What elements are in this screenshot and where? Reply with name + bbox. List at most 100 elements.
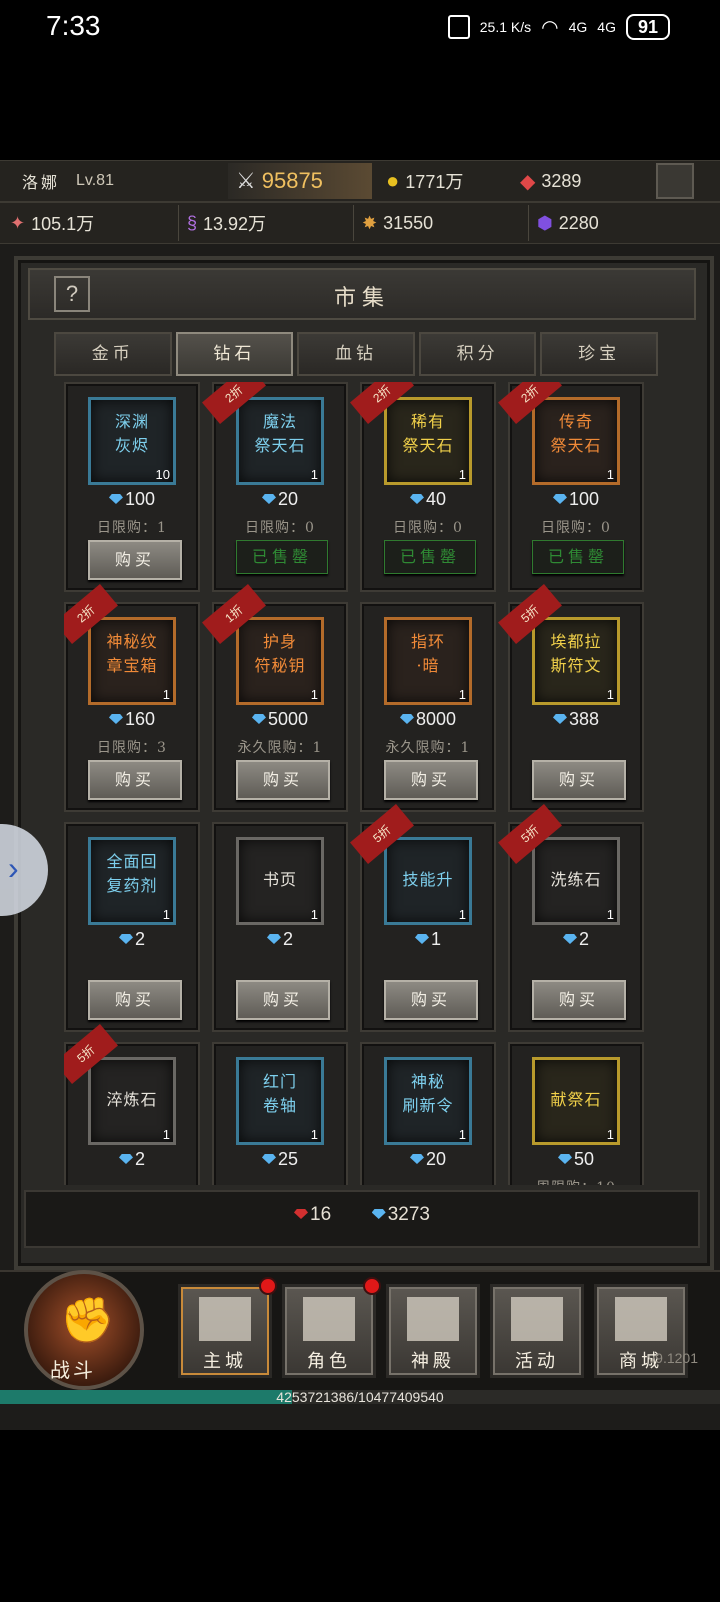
diamond-icon xyxy=(118,934,133,944)
item-icon[interactable]: 护身 符秘钥 1 xyxy=(236,617,324,705)
status-icons: 25.1 K/s ◠ 4G 4G 91 xyxy=(447,14,670,40)
net-speed: 25.1 K/s xyxy=(479,19,532,35)
diamond-total: 3273 xyxy=(387,1204,430,1225)
buy-button[interactable]: 购买 xyxy=(236,980,330,1020)
item-icon[interactable]: 书页 1 xyxy=(236,837,324,925)
item-name: 洗练石 xyxy=(550,870,602,889)
combat-power: ⚔ 95875 xyxy=(228,163,372,199)
item-icon[interactable]: 魔法 祭天石 1 xyxy=(236,397,324,485)
item-icon[interactable]: 洗练石 1 xyxy=(532,837,620,925)
combat-power-value: 95875 xyxy=(261,168,323,193)
shop-item-card: 洗练石 1 5折 2 购买 xyxy=(498,803,644,1032)
shop-item-card: 技能升 1 5折 1 购买 xyxy=(350,803,496,1032)
item-name: 神秘纹 章宝箱 xyxy=(106,632,158,675)
menu-icon[interactable] xyxy=(656,163,694,199)
buy-button[interactable]: 购买 xyxy=(532,760,626,800)
diamond-icon xyxy=(266,934,281,944)
player-name-area: 洛娜 Lv.81 xyxy=(22,169,228,193)
item-icon[interactable]: 淬炼石 1 xyxy=(88,1057,176,1145)
nav-label: 角色 xyxy=(307,1351,351,1372)
buy-button[interactable]: 购买 xyxy=(236,760,330,800)
panel-title-bar: ? 市集 xyxy=(28,268,696,320)
item-icon[interactable]: 稀有 祭天石 1 xyxy=(384,397,472,485)
item-price: 2 xyxy=(214,929,346,950)
item-quantity: 1 xyxy=(162,1127,170,1142)
item-price: 1 xyxy=(362,929,494,950)
item-quantity: 1 xyxy=(310,907,318,922)
item-name: 全面回 复药剂 xyxy=(106,852,158,895)
buy-button[interactable]: 购买 xyxy=(88,760,182,800)
tab-2[interactable]: 血钻 xyxy=(297,332,415,376)
shop-item-card: 神秘 刷新令 1 20 xyxy=(360,1042,496,1185)
item-name: 红门 卷轴 xyxy=(262,1072,297,1115)
item-icon[interactable]: 神秘 刷新令 1 xyxy=(384,1057,472,1145)
item-name: 埃都拉 斯符文 xyxy=(550,632,602,675)
item-name: 书页 xyxy=(262,870,297,889)
diamond-counter[interactable]: ◆ 3289 xyxy=(520,169,650,194)
item-icon[interactable]: 埃都拉 斯符文 1 xyxy=(532,617,620,705)
nav-main-city-button[interactable]: 主城 xyxy=(178,1277,277,1378)
tab-0[interactable]: 金币 xyxy=(54,332,172,376)
item-price: 50 xyxy=(510,1149,642,1170)
item-icon[interactable]: 献祭石 1 xyxy=(532,1057,620,1145)
diamond-icon xyxy=(261,494,276,504)
sold-out-label: 已售罄 xyxy=(236,540,328,574)
tab-1[interactable]: 钻石 xyxy=(175,332,294,376)
item-icon[interactable]: 神秘纹 章宝箱 1 xyxy=(88,617,176,705)
item-price: 2 xyxy=(66,929,198,950)
shop-item-card: 传奇 祭天石 1 2折 100 日限购：0 已售罄 xyxy=(498,382,644,592)
item-name: 指环 ·暗 xyxy=(410,632,445,675)
item-name: 神秘 刷新令 xyxy=(402,1072,454,1115)
swords-icon: ⚔ xyxy=(236,168,256,193)
gold-counter[interactable]: ● 1771万 xyxy=(386,168,512,194)
buy-button[interactable]: 购买 xyxy=(532,980,626,1020)
item-quantity: 1 xyxy=(458,687,466,702)
tab-3[interactable]: 积分 xyxy=(418,332,537,376)
buy-button[interactable]: 购买 xyxy=(88,980,182,1020)
item-price: 388 xyxy=(510,709,642,730)
shop-item-card: 魔法 祭天石 1 2折 20 日限购：0 已售罄 xyxy=(202,382,348,592)
clock: 7:33 xyxy=(46,10,101,41)
nav-label: 神殿 xyxy=(411,1351,455,1372)
item-price: 100 xyxy=(66,489,198,510)
sold-out-label: 已售罄 xyxy=(532,540,624,574)
diamond-icon xyxy=(108,494,123,504)
nav-character-button[interactable]: 角色 xyxy=(282,1277,381,1378)
item-icon[interactable]: 指环 ·暗 1 xyxy=(384,617,472,705)
events-icon xyxy=(511,1297,563,1341)
item-price: 100 xyxy=(510,489,642,510)
resource-4: ⬢ 2280 xyxy=(537,212,599,233)
diamond-icon xyxy=(552,494,567,504)
buy-button[interactable]: 购买 xyxy=(88,540,182,580)
bottom-navigation: ✊ 战斗 主城 角色 神殿 活动 商城 xyxy=(0,1270,720,1402)
item-icon[interactable]: 全面回 复药剂 1 xyxy=(88,837,176,925)
panel-title: 市集 xyxy=(333,286,390,311)
buy-button[interactable]: 购买 xyxy=(384,760,478,800)
item-price: 25 xyxy=(214,1149,346,1170)
purchase-limit: 日限购：3 xyxy=(97,740,167,756)
item-icon[interactable]: 深渊 灰烬 10 xyxy=(88,397,176,485)
signal-icon-2: 4G xyxy=(597,19,616,35)
diamond-icon xyxy=(414,934,429,944)
tab-4[interactable]: 珍宝 xyxy=(540,332,658,376)
store-icon xyxy=(615,1297,667,1341)
resource-bar: ✦ 105.1万 § 13.92万 ✸ 31550 ⬢ 2280 xyxy=(0,202,720,244)
resource-2: § 13.92万 xyxy=(187,212,267,235)
diamond-icon xyxy=(409,494,424,504)
buy-button[interactable]: 购买 xyxy=(384,980,478,1020)
wifi-icon: ◠ xyxy=(541,16,559,39)
item-icon[interactable]: 传奇 祭天石 1 xyxy=(532,397,620,485)
item-price: 20 xyxy=(214,489,346,510)
diamond-icon xyxy=(251,714,266,724)
shop-item-card: 稀有 祭天石 1 2折 40 日限购：0 已售罄 xyxy=(350,382,496,592)
nav-temple-button[interactable]: 神殿 xyxy=(386,1284,480,1378)
item-icon[interactable]: 技能升 1 xyxy=(384,837,472,925)
diamond-icon: ◆ xyxy=(520,170,536,193)
nav-events-button[interactable]: 活动 xyxy=(490,1284,584,1378)
game-screen: 洛娜 Lv.81 ⚔ 95875 ● 1771万 ◆ 3289 ✦ 105.1万 … xyxy=(0,160,720,1430)
diamond-icon xyxy=(261,1154,276,1164)
item-icon[interactable]: 红门 卷轴 1 xyxy=(236,1057,324,1145)
scroll-icon: § xyxy=(187,212,198,233)
status-bar: 7:33 25.1 K/s ◠ 4G 4G 91 xyxy=(0,0,720,56)
player-level: Lv.81 xyxy=(76,172,114,189)
